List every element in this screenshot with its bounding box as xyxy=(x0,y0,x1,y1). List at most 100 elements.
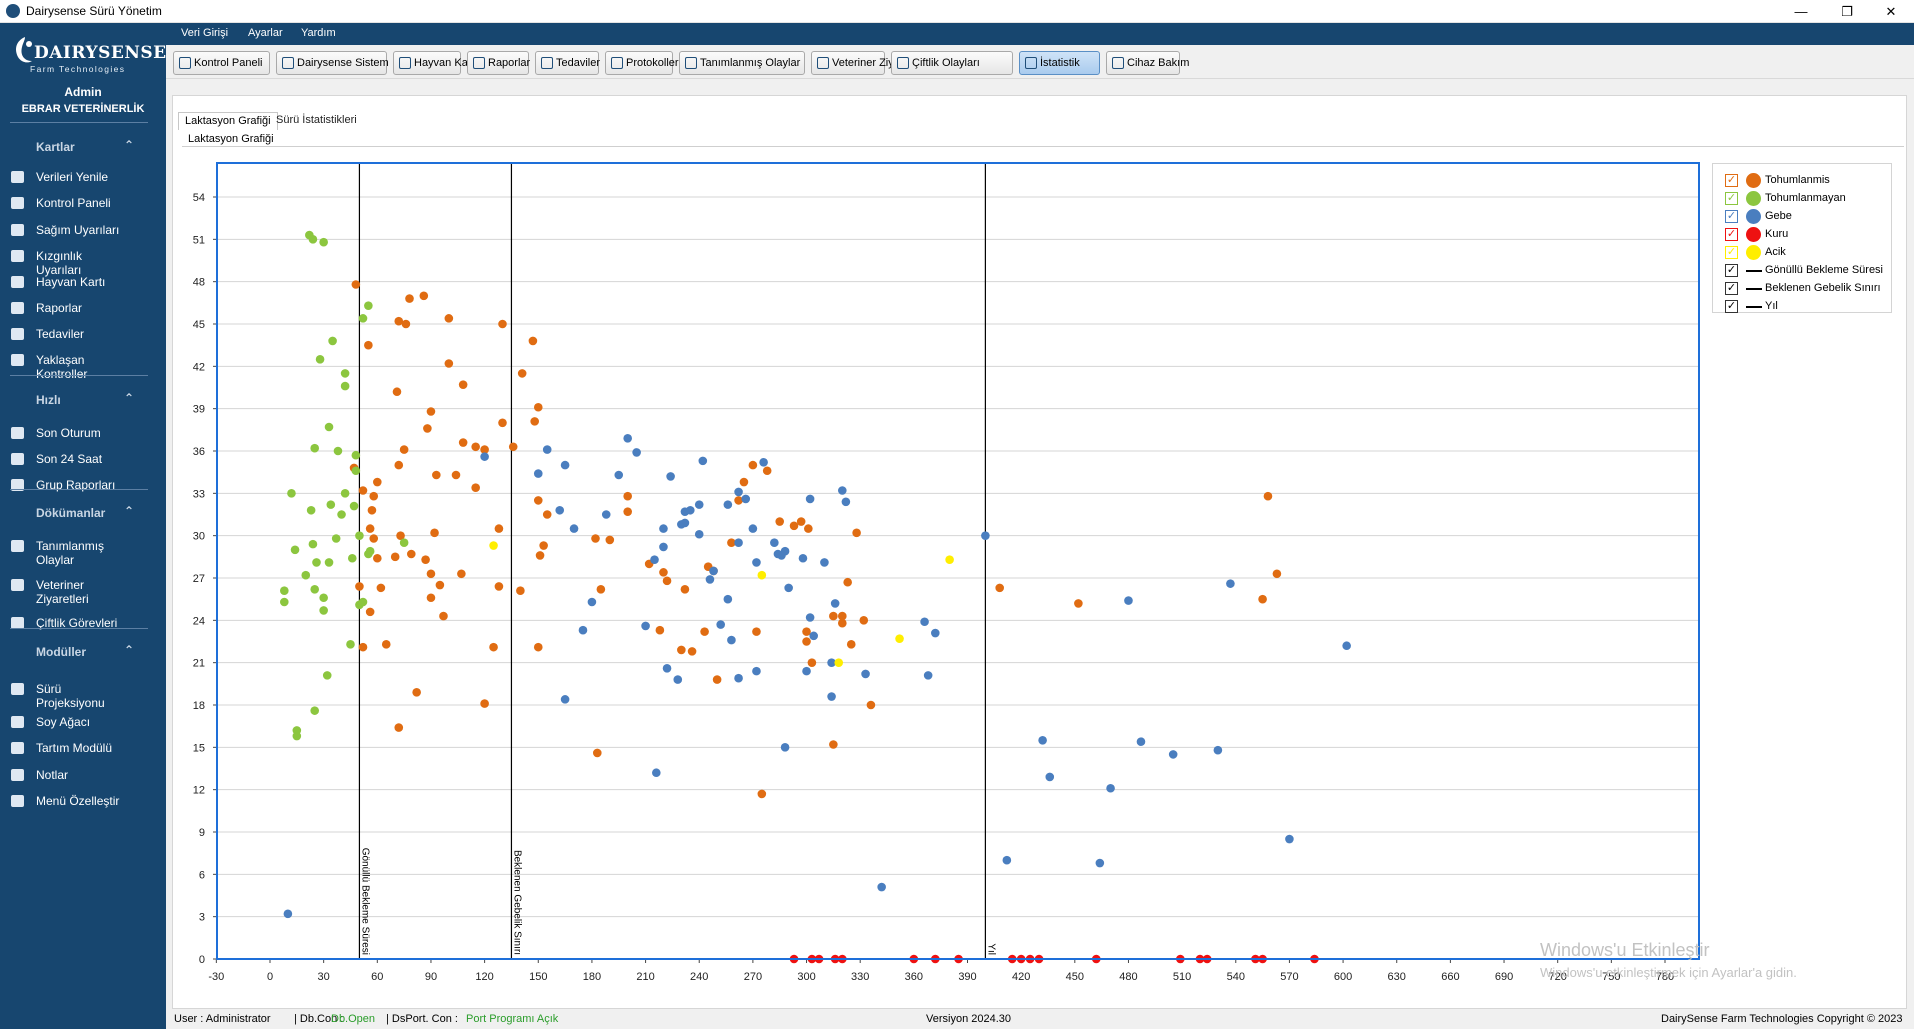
toolbar-button-label: Tanımlanmış Olaylar xyxy=(700,57,801,69)
point-tohumlanmis xyxy=(591,534,600,543)
toolbar-ciftlik-olaylari-button[interactable]: Çiftlik Olayları xyxy=(891,51,1013,75)
toolbar-istatistik-button[interactable]: İstatistik xyxy=(1019,51,1100,75)
sidebar-item-kontrol-paneli[interactable]: Kontrol Paneli xyxy=(0,193,166,215)
legend-checkbox[interactable]: ✓ xyxy=(1725,264,1738,277)
legend-checkbox[interactable]: ✓ xyxy=(1725,282,1738,295)
menu-yardim[interactable]: Yardım xyxy=(301,27,336,39)
x-tick-label: 480 xyxy=(1119,971,1137,983)
sidebar-item-son-oturum[interactable]: Son Oturum xyxy=(0,423,166,445)
tartim-modulu-icon xyxy=(11,742,24,754)
point-tohumlanmis xyxy=(494,582,504,591)
legend-label: Gebe xyxy=(1765,210,1792,222)
tab-suru-istatistikleri[interactable]: Sürü İstatistikleri xyxy=(270,112,363,130)
point-tohumlanmis xyxy=(592,748,602,758)
legend-checkbox[interactable]: ✓ xyxy=(1725,246,1738,259)
legend-item-tohumlanmis[interactable]: ✓ Tohumlanmis xyxy=(1725,172,1890,188)
toolbar-raporlar-button[interactable]: Raporlar xyxy=(467,51,530,75)
close-button[interactable]: ✕ xyxy=(1868,0,1914,23)
sidebar-item-verileri-yenile[interactable]: Verileri Yenile xyxy=(0,167,166,189)
toolbar: Kontrol Paneli Dairysense Sistem Hayvan Ka… xyxy=(166,45,1914,79)
point-tohumlanmis xyxy=(358,486,368,495)
toolbar-veteriner-ziyaretleri-button[interactable]: Veteriner Ziyaretleri xyxy=(811,51,927,75)
tab-laktasyon-grafigi[interactable]: Laktasyon Grafiği xyxy=(178,112,278,130)
lactation-scatter-chart: 0369121518212427303336394245485154-30 0 30… xyxy=(193,162,1700,983)
sidebar-section-dokumanlar[interactable]: Dökümanlar ⌃ xyxy=(0,504,166,524)
sidebar-item-tedaviler[interactable]: Tedaviler xyxy=(0,324,166,346)
sidebar-item-ciftlik-gorevleri[interactable]: Çiftlik Görevleri xyxy=(0,613,166,635)
point-tohumlanmayan xyxy=(340,381,350,391)
toolbar-cihaz-bakim-button[interactable]: Cihaz Bakım xyxy=(1106,51,1189,75)
point-tohumlanmayan xyxy=(308,235,318,244)
toolbar-kontrol-paneli-button[interactable]: Kontrol Paneli xyxy=(173,51,270,75)
sidebar-item-raporlar[interactable]: Raporlar xyxy=(0,298,166,320)
sidebar-item-yaklasan-kontroller[interactable]: Yaklaşan Kontroller xyxy=(0,350,166,381)
point-acik xyxy=(834,658,844,667)
toolbar-dairysense-sistem-button[interactable]: Dairysense Sistem xyxy=(276,51,389,75)
legend-item-yil[interactable]: ✓ Yıl xyxy=(1725,298,1890,314)
legend-item-beklenen-gebelik-siniri[interactable]: ✓ Beklenen Gebelik Sınırı xyxy=(1725,280,1890,296)
point-gebe xyxy=(578,625,588,635)
minimize-button[interactable]: — xyxy=(1778,0,1824,23)
legend-item-acik[interactable]: ✓ Acik xyxy=(1725,244,1890,260)
menu-veri-girisi[interactable]: Veri Girişi xyxy=(181,27,228,39)
toolbar-button-label: Dairysense Sistem xyxy=(297,57,389,69)
legend-checkbox[interactable]: ✓ xyxy=(1725,210,1738,223)
sidebar-item-kizginlik-uyarilari[interactable]: Kızgınlık Uyarıları xyxy=(0,246,166,277)
sidebar-item-grup-raporlari[interactable]: Grup Raporları xyxy=(0,475,166,497)
sidebar-item-label: Son 24 Saat xyxy=(36,452,103,466)
maximize-button[interactable]: ❐ xyxy=(1824,0,1870,23)
chevron-up-icon: ⌃ xyxy=(124,643,135,657)
sidebar-item-hayvan-karti[interactable]: Hayvan Kartı xyxy=(0,272,166,294)
point-tohumlanmis xyxy=(533,402,543,412)
legend-item-gebe[interactable]: ✓ Gebe xyxy=(1725,208,1890,224)
legend-item-kuru[interactable]: ✓ Kuru xyxy=(1725,226,1890,242)
sidebar-item-menu-ozellestir[interactable]: Menü Özelleştir xyxy=(0,791,166,813)
sidebar-item-son-24-saat[interactable]: Son 24 Saat xyxy=(0,449,166,471)
legend-item-tohumlanmayan[interactable]: ✓ Tohumlanmayan xyxy=(1725,190,1890,206)
point-gebe xyxy=(659,524,668,533)
toolbar-button-label: Tedaviler xyxy=(556,57,601,69)
sidebar-item-veteriner-ziyaretleri[interactable]: Veteriner Ziyaretleri xyxy=(0,575,166,606)
sidebar-item-soy-agaci[interactable]: Soy Ağacı xyxy=(0,712,166,734)
sidebar-section-kartlar[interactable]: Kartlar ⌃ xyxy=(0,138,166,158)
point-gebe xyxy=(560,460,570,470)
sidebar-divider xyxy=(10,122,148,123)
group-divider xyxy=(182,146,1904,147)
point-gebe xyxy=(877,882,886,892)
legend-checkbox[interactable]: ✓ xyxy=(1725,174,1738,187)
point-gebe xyxy=(1136,737,1146,746)
point-tohumlanmis xyxy=(804,524,813,533)
toolbar-tedaviler-button[interactable]: Tedaviler xyxy=(535,51,601,75)
point-tohumlanmayan xyxy=(308,539,318,549)
sidebar-item-tartim-modulu[interactable]: Tartım Modülü xyxy=(0,738,166,760)
legend-checkbox[interactable]: ✓ xyxy=(1725,228,1738,241)
point-tohumlanmis xyxy=(373,553,382,563)
y-tick-label: 18 xyxy=(193,700,205,712)
sidebar-item-sagim-uyarilari[interactable]: Sağım Uyarıları xyxy=(0,220,166,242)
point-tohumlanmis xyxy=(480,699,489,708)
point-gebe xyxy=(1038,735,1047,745)
sidebar-section-hizli[interactable]: Hızlı ⌃ xyxy=(0,391,166,411)
legend-checkbox[interactable]: ✓ xyxy=(1725,300,1738,313)
legend-checkbox[interactable]: ✓ xyxy=(1725,192,1738,205)
point-tohumlanmis xyxy=(533,642,543,652)
legend-item-gonullu-bekleme-suresi[interactable]: ✓ Gönüllü Bekleme Süresi xyxy=(1725,262,1890,278)
toolbar-protokoller-button[interactable]: Protokoller xyxy=(605,51,679,75)
point-gebe xyxy=(685,505,695,515)
chevron-up-icon: ⌃ xyxy=(124,138,135,152)
x-tick-label: -30 xyxy=(208,971,224,983)
point-tohumlanmis xyxy=(659,568,668,577)
legend-marker-line xyxy=(1746,288,1762,290)
sidebar-item-notlar[interactable]: Notlar xyxy=(0,765,166,787)
status-db-value: Db.Open xyxy=(331,1013,376,1025)
toolbar-hayvan-karti-button[interactable]: Hayvan Kartı xyxy=(393,51,478,75)
menu-ayarlar[interactable]: Ayarlar xyxy=(248,27,283,39)
point-gebe xyxy=(601,510,611,519)
sidebar-section-moduller[interactable]: Modüller ⌃ xyxy=(0,643,166,663)
point-gebe xyxy=(798,553,808,563)
sidebar-item-tanimlanmis-olaylar[interactable]: Tanımlanmış Olaylar xyxy=(0,536,166,567)
sidebar-item-label: Tanımlanmış Olaylar xyxy=(36,539,105,567)
toolbar-tanimlanmis-olaylar-button[interactable]: Tanımlanmış Olaylar xyxy=(679,51,805,75)
sidebar-item-suru-projeksiyonu[interactable]: Sürü Projeksiyonu xyxy=(0,679,166,710)
point-tohumlanmis xyxy=(680,584,690,594)
